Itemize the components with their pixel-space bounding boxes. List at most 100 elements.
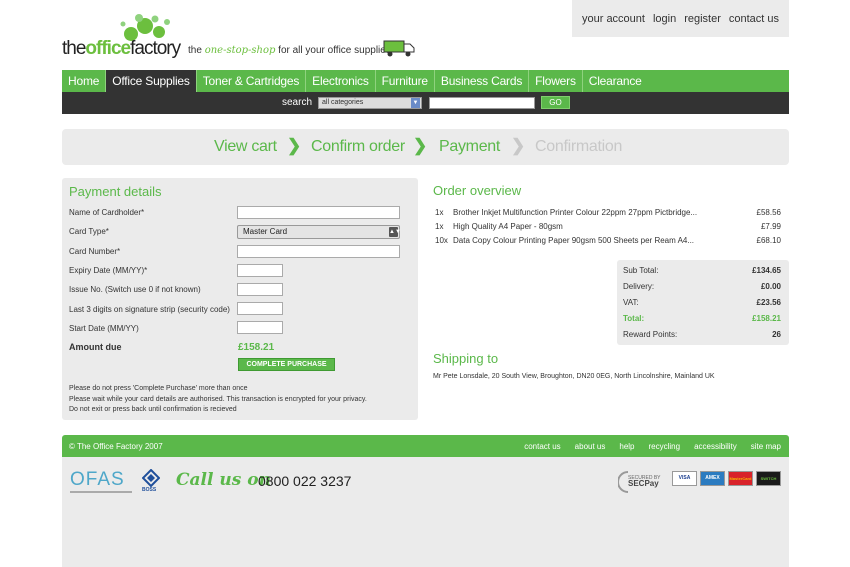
boss-diamond-icon (141, 468, 161, 488)
secpay-label: SECPay (628, 479, 659, 488)
total-label: Sub Total: (623, 266, 659, 275)
issue-no-label: Issue No. (Switch use 0 if not known) (69, 285, 201, 294)
main-nav: Home Office Supplies Toner & Cartridges … (62, 70, 789, 92)
footer-bar: © The Office Factory 2007 contact us abo… (62, 435, 789, 457)
payment-title: Payment details (69, 184, 162, 199)
card-type-value: Master Card (243, 227, 288, 236)
start-date-input[interactable] (237, 321, 283, 334)
site-logo[interactable]: theofficefactory (62, 14, 184, 60)
cardholder-input[interactable] (237, 206, 400, 219)
expiry-input[interactable] (237, 264, 283, 277)
item-name[interactable]: Data Copy Colour Printing Paper 90gsm 50… (453, 236, 694, 245)
category-select-value: all categories (322, 99, 364, 106)
nav-item-toner[interactable]: Toner & Cartridges (197, 70, 307, 92)
item-price: £7.99 (760, 222, 781, 231)
footer-links: contact us about us help recycling acces… (524, 442, 781, 451)
card-number-input[interactable] (237, 245, 400, 258)
logo-text: theofficefactory (62, 38, 181, 59)
payment-note: Do not exit or press back until confirma… (69, 406, 237, 413)
total-label: Delivery: (623, 282, 655, 291)
footer-body: OFAS BOSS Call us on 0800 022 3237 SECUR… (62, 457, 789, 567)
item-price: £58.56 (756, 208, 781, 217)
account-links: your account login register contact us (572, 0, 789, 37)
amount-due-value: £158.21 (238, 342, 275, 353)
phone-number: 0800 022 3237 (258, 473, 352, 489)
cardholder-label: Name of Cardholder* (69, 208, 145, 217)
category-select[interactable]: all categories ▼ (318, 97, 422, 109)
contact-us-link[interactable]: contact us (729, 13, 779, 25)
item-price: £68.10 (756, 236, 781, 245)
chevron-right-icon: ❯ (287, 136, 302, 155)
step-payment: Payment (439, 138, 501, 155)
step-view-cart[interactable]: View cart (214, 138, 277, 156)
boss-logo: BOSS (141, 468, 161, 495)
amex-card-icon: AMEX (700, 471, 725, 486)
payment-note: Please do not press 'Complete Purchase' … (69, 385, 248, 392)
ofas-logo: OFAS (70, 469, 125, 490)
security-code-input[interactable] (237, 302, 283, 315)
copyright: © The Office Factory 2007 (69, 442, 163, 451)
item-name[interactable]: Brother Inkjet Multifunction Printer Col… (453, 208, 697, 217)
search-go-button[interactable]: GO (541, 96, 570, 109)
chevron-down-icon: ▼ (411, 98, 420, 108)
total-value: 26 (772, 330, 781, 339)
call-us-label: Call us on (176, 470, 271, 490)
checkout-steps: View cart ❯ Confirm order ❯ Payment ❯ Co… (62, 129, 789, 165)
page: theofficefactory the one-stop-shop for a… (0, 0, 850, 567)
ofas-tagline-line (70, 491, 132, 493)
total-label: Reward Points: (623, 330, 678, 339)
nav-item-home[interactable]: Home (62, 70, 107, 92)
footer-link-contact[interactable]: contact us (524, 442, 560, 451)
footer-link-recycling[interactable]: recycling (649, 442, 681, 451)
item-qty: 1x (435, 208, 444, 217)
total-value: £23.56 (756, 298, 781, 307)
expiry-label: Expiry Date (MM/YY)* (69, 266, 148, 275)
item-qty: 10x (435, 236, 448, 245)
item-qty: 1x (435, 222, 444, 231)
card-number-label: Card Number* (69, 247, 121, 256)
login-link[interactable]: login (653, 13, 676, 25)
mastercard-icon: MasterCard (728, 471, 753, 486)
boss-label: BOSS (142, 487, 157, 493)
footer-link-about[interactable]: about us (575, 442, 606, 451)
payment-details-panel: Payment details Name of Cardholder* Card… (62, 178, 418, 420)
order-overview-title: Order overview (433, 183, 522, 198)
visa-card-icon: VISA (672, 471, 697, 486)
total-label: Total: (623, 314, 645, 323)
secpay-text: SECURED BY SECPay (628, 475, 661, 488)
payment-note: Please wait while your card details are … (69, 396, 367, 403)
item-name[interactable]: High Quality A4 Paper - 80gsm (453, 222, 563, 231)
total-value: £0.00 (760, 282, 781, 291)
total-value: £134.65 (752, 266, 781, 275)
card-type-label: Card Type* (69, 227, 109, 236)
delivery-van-icon (383, 40, 415, 57)
search-input[interactable] (429, 97, 535, 109)
nav-item-office-supplies[interactable]: Office Supplies (106, 70, 197, 92)
search-bar: search all categories ▼ GO (62, 92, 789, 114)
total-value: £158.21 (752, 314, 781, 323)
nav-item-flowers[interactable]: Flowers (529, 70, 583, 92)
nav-item-furniture[interactable]: Furniture (376, 70, 435, 92)
step-confirm-order[interactable]: Confirm order (311, 138, 405, 156)
total-label: VAT: (623, 298, 639, 307)
issue-no-input[interactable] (237, 283, 283, 296)
your-account-link[interactable]: your account (582, 13, 645, 25)
chevron-updown-icon: ▲▼ (389, 227, 401, 237)
step-confirmation: Confirmation (535, 138, 623, 155)
footer-link-accessibility[interactable]: accessibility (694, 442, 737, 451)
complete-purchase-button[interactable]: COMPLETE PURCHASE (238, 358, 335, 371)
chevron-right-icon: ❯ (511, 136, 526, 155)
register-link[interactable]: register (684, 13, 721, 25)
footer-link-help[interactable]: help (619, 442, 634, 451)
chevron-right-icon: ❯ (413, 136, 428, 155)
nav-item-business-cards[interactable]: Business Cards (435, 70, 530, 92)
footer-link-sitemap[interactable]: site map (751, 442, 781, 451)
nav-item-clearance[interactable]: Clearance (583, 70, 648, 92)
nav-item-electronics[interactable]: Electronics (306, 70, 376, 92)
search-label: search (282, 97, 313, 108)
shipping-address: Mr Pete Lonsdale, 20 South View, Brought… (433, 373, 715, 380)
start-date-label: Start Date (MM/YY) (69, 324, 139, 333)
card-type-select[interactable]: Master Card ▲▼ (237, 225, 401, 239)
amount-due-label: Amount due (69, 342, 122, 352)
order-totals: Sub Total: £134.65 Delivery: £0.00 VAT: £23… (617, 260, 789, 345)
